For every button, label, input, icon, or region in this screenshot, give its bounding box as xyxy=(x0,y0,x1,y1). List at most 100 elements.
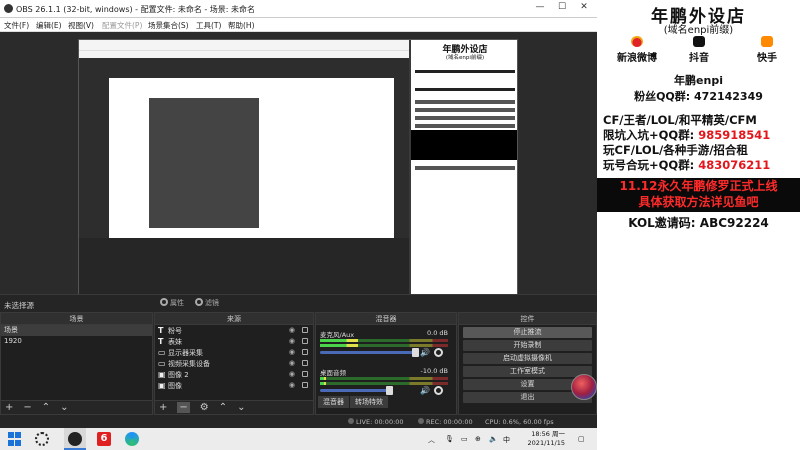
menu-tools[interactable]: 工具(T) xyxy=(196,20,221,31)
speaker-icon[interactable]: 🔊 xyxy=(420,386,430,395)
add-source-button[interactable]: + xyxy=(159,402,167,413)
sources-dock: 来源 T 粉号 ◉ T 表妹 ◉ ▭ 显示器采集 ◉ ▭ 视频采集设备 ◉ ▣ 图像 2 ◉ ▣ 图像 ◉ + − ⚙… xyxy=(154,312,314,415)
nested-line xyxy=(415,116,515,120)
gear-icon[interactable] xyxy=(434,386,443,395)
visibility-eye-icon[interactable]: ◉ xyxy=(289,347,295,358)
social-kuaishou: 快手 xyxy=(737,36,797,64)
menu-view[interactable]: 视图(V) xyxy=(68,20,94,31)
lock-icon[interactable] xyxy=(302,371,308,377)
start-recording-button[interactable]: 开始录制 xyxy=(463,340,592,351)
status-bar: LIVE: 00:00:00 REC: 00:00:00 CPU: 0.6%, … xyxy=(0,415,597,428)
source-item[interactable]: T 粉号 ◉ xyxy=(155,325,313,336)
remove-source-button[interactable]: − xyxy=(177,402,190,413)
source-name: 显示器采集 xyxy=(168,349,203,357)
add-scene-button[interactable]: + xyxy=(5,402,13,413)
promo-line-1: 11.12永久年鹏修罗正式上线 xyxy=(619,179,778,193)
app-6-icon[interactable]: 6 xyxy=(97,432,111,446)
move-down-button[interactable]: ⌄ xyxy=(60,402,68,413)
nested-title-bar xyxy=(79,40,409,50)
lock-icon[interactable] xyxy=(302,382,308,388)
clock[interactable]: 18:56 周一 2021/11/15 xyxy=(528,430,565,448)
system-tray: ︿ 🎙 ▭ ⊕ 🔈 中 ▢ xyxy=(423,428,593,450)
source-name: 图像 xyxy=(168,382,182,390)
properties-label: 属性 xyxy=(170,299,184,307)
filters-button[interactable]: 滤镜 xyxy=(195,298,219,308)
scenes-toolbar: + − ⌃ ⌄ xyxy=(1,400,152,414)
maximize-button[interactable]: ☐ xyxy=(551,2,573,16)
close-button[interactable]: ✕ xyxy=(573,2,595,16)
battery-icon[interactable]: ▭ xyxy=(461,435,468,443)
source-item[interactable]: ▭ 显示器采集 ◉ xyxy=(155,347,313,358)
menu-profile[interactable]: 配置文件(P) xyxy=(102,20,142,31)
social-douyin: 抖音 xyxy=(669,36,729,64)
slider-knob[interactable] xyxy=(386,386,393,395)
volume-icon[interactable]: 🔈 xyxy=(489,435,498,443)
source-item[interactable]: T 表妹 ◉ xyxy=(155,336,313,347)
source-list: T 粉号 ◉ T 表妹 ◉ ▭ 显示器采集 ◉ ▭ 视频采集设备 ◉ ▣ 图像 2 ◉ ▣ 图像 ◉ xyxy=(155,325,313,391)
obs-app-icon[interactable] xyxy=(68,432,82,446)
minimize-button[interactable]: — xyxy=(529,2,551,16)
volume-slider[interactable] xyxy=(320,386,393,395)
lock-icon[interactable] xyxy=(302,360,308,366)
social-label: 快手 xyxy=(757,53,777,64)
stream-info-panel: 年鹏外设店 (域名enpi前缀) 新浪微博 抖音 快手 年鹏enpi 粉丝QQ群… xyxy=(597,0,800,450)
start-virtual-camera-button[interactable]: 启动虚拟摄像机 xyxy=(463,353,592,364)
visibility-eye-icon[interactable]: ◉ xyxy=(289,336,295,347)
source-item[interactable]: ▭ 视频采集设备 ◉ xyxy=(155,358,313,369)
slider-knob[interactable] xyxy=(412,348,419,357)
network-icon[interactable]: ⊕ xyxy=(475,435,481,443)
volume-meter xyxy=(320,377,448,380)
tab-transitions[interactable]: 转场特效 xyxy=(350,396,388,408)
stop-streaming-button[interactable]: 停止推流 xyxy=(463,327,592,338)
filter-icon xyxy=(195,298,203,306)
microphone-icon[interactable]: 🎙 xyxy=(445,435,454,443)
douyin-icon xyxy=(693,36,705,47)
nested-menu-bar xyxy=(79,50,409,58)
volume-slider[interactable] xyxy=(320,348,419,357)
visibility-eye-icon[interactable]: ◉ xyxy=(289,369,295,380)
mixer-track-mic: 麦克风/Aux 0.0 dB 🔊 xyxy=(320,329,448,367)
speaker-icon[interactable]: 🔊 xyxy=(420,348,430,357)
cf-line-1: CF/王者/LOL/和平精英/CFM xyxy=(603,113,757,127)
visibility-eye-icon[interactable]: ◉ xyxy=(289,380,295,391)
windows-start-icon[interactable] xyxy=(8,432,22,446)
remove-scene-button[interactable]: − xyxy=(23,402,31,413)
notification-icon[interactable]: ▢ xyxy=(578,435,585,443)
studio-mode-button[interactable]: 工作室模式 xyxy=(463,366,592,377)
fan-app-icon[interactable] xyxy=(35,432,49,446)
move-down-button[interactable]: ⌄ xyxy=(237,402,245,413)
edge-browser-icon[interactable] xyxy=(125,432,139,446)
ime-indicator[interactable]: 中 xyxy=(503,435,510,445)
controls-dock-title: 控件 xyxy=(459,313,596,325)
preview-canvas[interactable]: 年鹏外设店 (域名enpi前缀) xyxy=(0,32,597,322)
lock-icon[interactable] xyxy=(302,338,308,344)
source-name: 表妹 xyxy=(168,338,182,346)
mixer-tabs: 混音器 转场特效 xyxy=(318,396,389,408)
visibility-eye-icon[interactable]: ◉ xyxy=(289,358,295,369)
lock-icon[interactable] xyxy=(302,327,308,333)
source-settings-gear-icon[interactable]: ⚙ xyxy=(200,402,209,413)
taskbar: 6 ︿ 🎙 ▭ ⊕ 🔈 中 ▢ 18:56 周一 2021/11/15 xyxy=(0,428,597,450)
move-up-button[interactable]: ⌃ xyxy=(219,402,227,413)
cf-line-2-label: 限坑入坑+QQ群: xyxy=(603,128,699,142)
menu-file[interactable]: 文件(F) xyxy=(4,20,29,31)
cf-line-2-number: 985918541 xyxy=(698,128,771,142)
move-up-button[interactable]: ⌃ xyxy=(42,402,50,413)
tab-mixer[interactable]: 混音器 xyxy=(318,396,349,408)
menu-edit[interactable]: 编辑(E) xyxy=(36,20,62,31)
scene-item[interactable]: 场景 xyxy=(1,325,152,336)
sources-toolbar: + − ⚙ ⌃ ⌄ xyxy=(155,400,313,414)
menu-scene-collection[interactable]: 场景集合(S) xyxy=(148,20,189,31)
properties-button[interactable]: 属性 xyxy=(160,298,184,308)
source-item[interactable]: ▣ 图像 ◉ xyxy=(155,380,313,391)
menu-help[interactable]: 帮助(H) xyxy=(228,20,255,31)
scene-item[interactable]: 1920 xyxy=(1,336,152,347)
visibility-eye-icon[interactable]: ◉ xyxy=(289,325,295,336)
source-item[interactable]: ▣ 图像 2 ◉ xyxy=(155,369,313,380)
gear-icon[interactable] xyxy=(434,348,443,357)
lock-icon[interactable] xyxy=(302,349,308,355)
text-icon: T xyxy=(158,326,164,335)
track-db: 0.0 dB xyxy=(427,329,448,337)
scenes-dock: 场景 场景 1920 + − ⌃ ⌄ xyxy=(0,312,153,415)
chevron-up-icon[interactable]: ︿ xyxy=(428,435,435,445)
